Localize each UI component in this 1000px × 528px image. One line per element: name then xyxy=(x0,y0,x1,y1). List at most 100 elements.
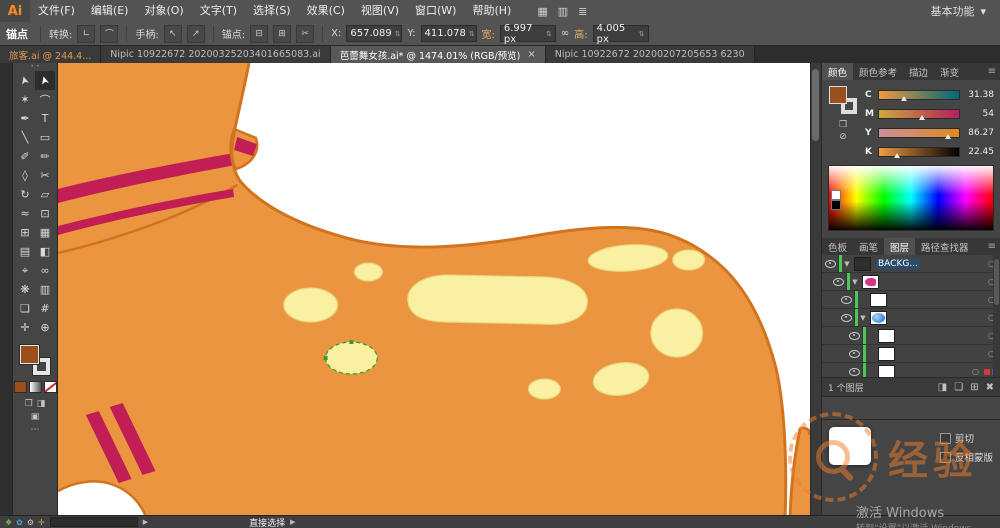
channel-y-value[interactable]: 86.27 xyxy=(964,128,994,138)
expand-icon[interactable]: ▼ xyxy=(842,260,852,268)
eyedropper-tool[interactable]: ⌖ xyxy=(15,261,35,280)
channel-k-slider[interactable] xyxy=(878,147,960,158)
add-anchor-button[interactable]: ⊞ xyxy=(273,24,292,43)
channel-m-slider[interactable] xyxy=(878,109,960,120)
tab-gradient[interactable]: 渐变 xyxy=(934,63,965,80)
fill-swatch[interactable] xyxy=(20,345,39,364)
menu-item-file[interactable]: 文件(F) xyxy=(30,0,83,22)
tray-icon-2[interactable]: ✿ xyxy=(16,518,23,527)
layer-thumbnail[interactable] xyxy=(870,310,887,325)
anchor-point[interactable] xyxy=(323,356,328,360)
arrange-documents-icon[interactable]: ▦ xyxy=(537,5,547,18)
rectangle-tool[interactable]: ▭ xyxy=(35,128,55,147)
menu-item-object[interactable]: 对象(O) xyxy=(136,0,191,22)
hand-tool[interactable]: ✛ xyxy=(15,318,35,337)
rotate-tool[interactable]: ↻ xyxy=(15,185,35,204)
layer-row[interactable]: ▼ ○ xyxy=(822,309,1000,327)
visibility-toggle[interactable] xyxy=(846,327,863,344)
layer-row[interactable]: ▼ BACKG... ○ xyxy=(822,255,1000,273)
tray-icon-1[interactable]: ❖ xyxy=(5,518,12,527)
tab-color[interactable]: 颜色 xyxy=(822,63,854,80)
panel-menu-icon[interactable]: ≡ xyxy=(984,63,1000,80)
convert-to-corner-button[interactable]: ∟ xyxy=(77,24,96,43)
zoom-tool[interactable]: ⊕ xyxy=(35,318,55,337)
slider-handle[interactable] xyxy=(893,153,900,158)
menu-item-select[interactable]: 选择(S) xyxy=(245,0,299,22)
pen-tool[interactable]: ✒ xyxy=(15,109,35,128)
spot[interactable] xyxy=(283,287,339,323)
lasso-tool[interactable]: ⌒ xyxy=(35,90,55,109)
spot[interactable] xyxy=(650,308,704,358)
tray-icon-4[interactable]: ✛ xyxy=(38,518,45,527)
direct-selection-tool[interactable]: ➤ xyxy=(35,71,55,90)
color-spectrum[interactable] xyxy=(828,165,994,231)
expand-icon[interactable]: ▼ xyxy=(858,314,868,322)
close-tab-icon[interactable]: × xyxy=(527,49,535,60)
document-layout-icon[interactable]: ≣ xyxy=(578,5,587,18)
pencil-tool[interactable]: ✏ xyxy=(35,147,55,166)
spinner-icon[interactable]: ⇅ xyxy=(395,30,401,38)
draw-behind-icon[interactable]: ◨ xyxy=(37,399,46,409)
document-tab-3-active[interactable]: 芭蕾舞女孩.ai* @ 1474.01% (RGB/预览) × xyxy=(330,46,546,63)
tray-icon-3[interactable]: ⚙ xyxy=(27,518,34,527)
menu-item-view[interactable]: 视图(V) xyxy=(353,0,407,22)
gradient-button[interactable] xyxy=(28,381,42,393)
layer-row[interactable]: ▼ ○ xyxy=(822,273,1000,291)
black-swatch[interactable] xyxy=(831,200,841,210)
channel-m-value[interactable]: 54 xyxy=(964,109,994,119)
clip-option[interactable]: 剪切 xyxy=(939,431,993,445)
invert-mask-checkbox[interactable] xyxy=(939,451,951,463)
document-tab-1[interactable]: 旅客.ai @ 244.4... xyxy=(0,46,102,63)
visibility-toggle[interactable] xyxy=(822,255,839,272)
channel-y-slider[interactable] xyxy=(878,128,960,139)
zoom-field[interactable] xyxy=(49,517,138,527)
hide-handles-button[interactable]: ↗ xyxy=(186,24,205,43)
black-white-swatches[interactable] xyxy=(831,190,841,210)
scale-tool[interactable]: ▱ xyxy=(35,185,55,204)
link-dimensions-icon[interactable]: ∞ xyxy=(561,28,569,39)
document-tab-2[interactable]: Nipic 10922672 20200325203401665083.ai xyxy=(101,46,331,63)
width-field[interactable]: 6.997 px ⇅ xyxy=(499,23,556,45)
visibility-toggle[interactable] xyxy=(838,309,855,326)
menu-item-edit[interactable]: 编辑(E) xyxy=(83,0,137,22)
visibility-toggle[interactable] xyxy=(830,273,847,290)
tab-stroke[interactable]: 描边 xyxy=(903,63,934,80)
layer-thumbnail[interactable] xyxy=(862,274,879,289)
draw-normal-icon[interactable]: ❐ xyxy=(25,399,33,409)
screen-mode-icon[interactable]: ▣ xyxy=(31,412,40,422)
layers-scrollbar[interactable] xyxy=(993,255,1000,377)
delete-layer-icon[interactable]: ✖ xyxy=(986,382,994,393)
layer-thumbnail[interactable] xyxy=(878,346,895,361)
eraser-tool[interactable]: ◊ xyxy=(15,166,35,185)
layer-row[interactable]: ○ xyxy=(822,327,1000,345)
artboard-tool[interactable]: ❏ xyxy=(15,299,35,318)
panel-fill-stroke[interactable] xyxy=(829,86,857,114)
anchor-point[interactable] xyxy=(349,340,354,344)
x-field[interactable]: 657.089 ⇅ xyxy=(346,25,403,42)
clip-checkbox[interactable] xyxy=(939,432,951,444)
tab-swatches[interactable]: 色板 xyxy=(822,238,853,255)
target-icon[interactable]: ○ xyxy=(972,367,979,376)
tab-pathfinder[interactable]: 路径查找器 xyxy=(915,238,975,255)
columns-icon[interactable]: ▥ xyxy=(558,5,568,18)
artwork-thumbnail[interactable] xyxy=(829,427,871,465)
new-sublayer-icon[interactable]: ❏ xyxy=(954,382,963,393)
next-arrow-icon[interactable]: ▶ xyxy=(290,518,295,526)
spinner-icon[interactable]: ⇅ xyxy=(546,30,552,38)
layer-row[interactable]: ○ xyxy=(822,345,1000,363)
slider-handle[interactable] xyxy=(944,134,951,139)
3d-cube-icon[interactable]: ❒ xyxy=(839,120,847,130)
layer-row[interactable]: ○ xyxy=(822,363,1000,377)
menu-item-type[interactable]: 文字(T) xyxy=(192,0,245,22)
document-tab-4[interactable]: Nipic 10922672 20200207205653 6230 xyxy=(545,46,755,63)
layer-thumbnail[interactable] xyxy=(870,292,887,307)
spot[interactable] xyxy=(672,249,706,271)
none-swatch-icon[interactable]: ⊘ xyxy=(839,132,847,142)
color-button[interactable] xyxy=(13,381,27,393)
cut-path-button[interactable]: ✂ xyxy=(296,24,315,43)
perspective-grid-tool[interactable]: ▦ xyxy=(35,223,55,242)
panel-grip[interactable]: • • xyxy=(31,63,40,71)
visibility-toggle[interactable] xyxy=(838,291,855,308)
magic-wand-tool[interactable]: ✶ xyxy=(15,90,35,109)
remove-anchor-button[interactable]: ⊟ xyxy=(250,24,269,43)
